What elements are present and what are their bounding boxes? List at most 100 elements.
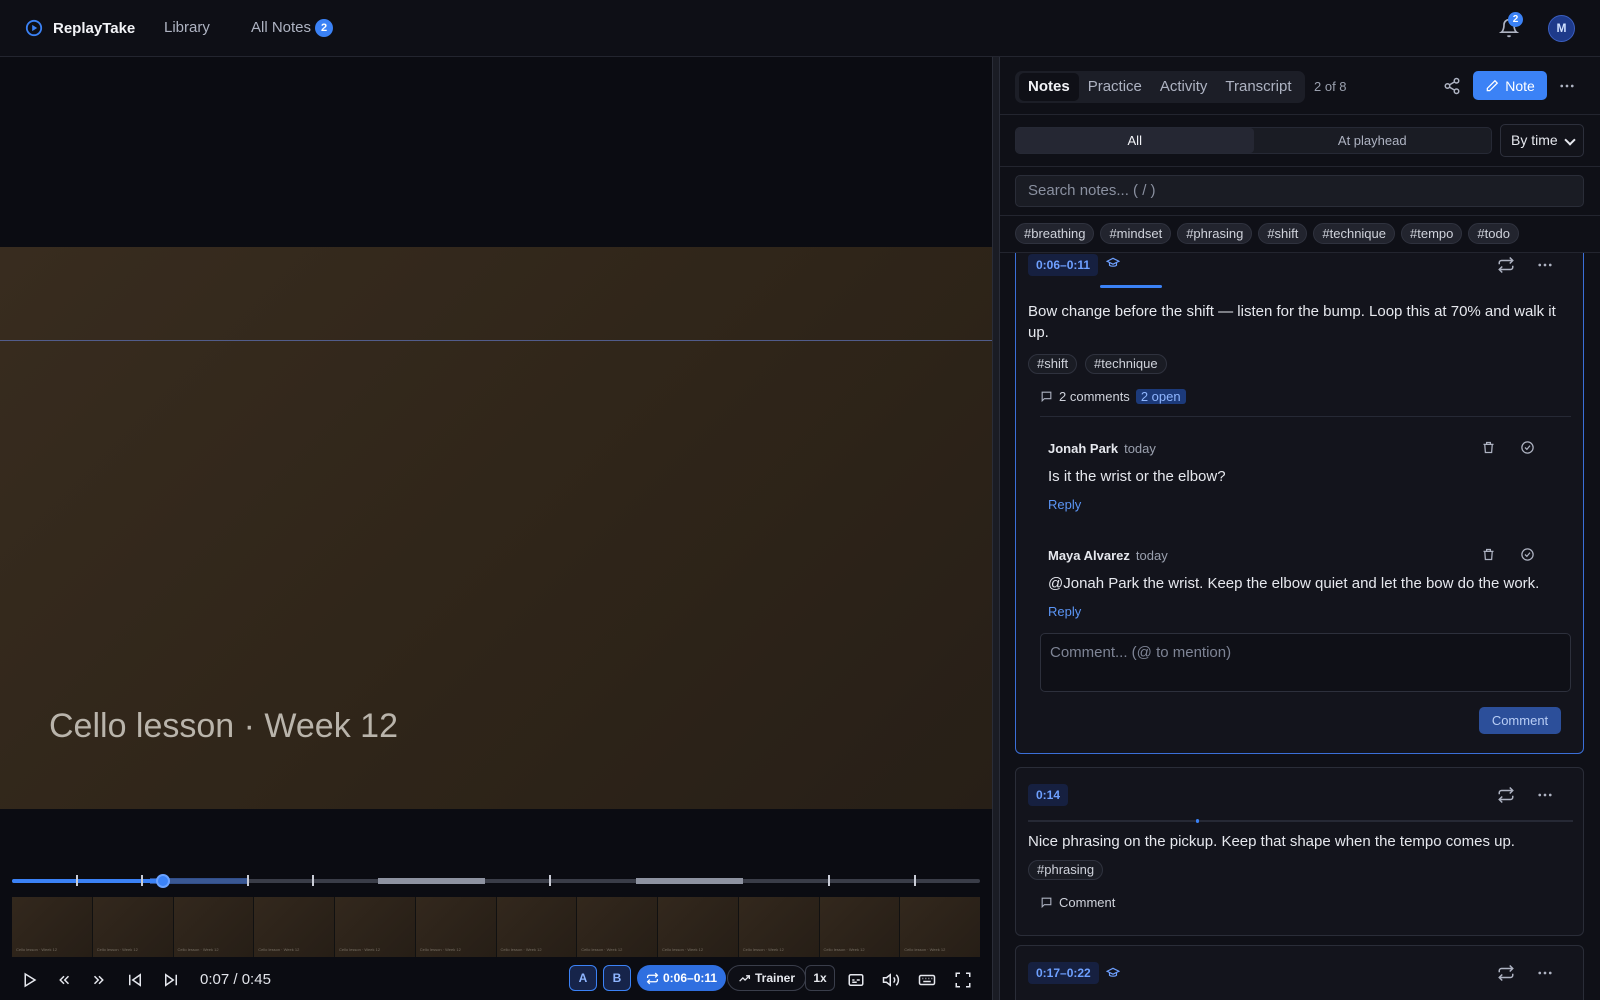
add-comment-button[interactable]: Comment <box>1040 895 1115 910</box>
nav-all-notes[interactable]: All Notes 2 <box>251 19 334 37</box>
note-tag[interactable]: #shift <box>1028 354 1078 374</box>
thumbnail-caption: Cello lesson · Week 12 <box>16 947 58 952</box>
note-card[interactable]: 0:17–0:22 <box>1015 945 1584 1000</box>
forward-button[interactable] <box>86 967 112 993</box>
avatar[interactable]: M <box>1548 15 1575 42</box>
note-marker[interactable] <box>312 875 314 886</box>
more-icon[interactable] <box>1536 786 1554 804</box>
filmstrip-thumbnail[interactable]: Cello lesson · Week 12 <box>415 897 496 957</box>
loop-b-marker[interactable] <box>247 875 249 886</box>
next-frame-button[interactable] <box>158 967 184 993</box>
more-icon[interactable] <box>1558 77 1576 95</box>
comment-icon <box>1041 897 1052 909</box>
share-icon[interactable] <box>1443 77 1461 95</box>
sort-select[interactable]: By time <box>1500 124 1584 157</box>
filmstrip-thumbnail[interactable]: Cello lesson · Week 12 <box>738 897 819 957</box>
comments-count: 2 comments <box>1059 389 1130 404</box>
tag-chip[interactable]: #tempo <box>1401 223 1463 244</box>
app-logo[interactable]: ReplayTake <box>25 19 135 37</box>
note-marker[interactable] <box>828 875 830 886</box>
set-b-button[interactable]: B <box>603 965 631 991</box>
thumbnail-caption: Cello lesson · Week 12 <box>258 947 300 952</box>
comment-submit-button[interactable]: Comment <box>1479 707 1561 734</box>
note-timestamp[interactable]: 0:14 <box>1028 784 1069 806</box>
tab-notes[interactable]: Notes <box>1019 73 1079 101</box>
filter-all[interactable]: All <box>1016 128 1254 153</box>
reply-link[interactable]: Reply <box>1048 497 1081 512</box>
filmstrip[interactable]: Cello lesson · Week 12 Cello lesson · Wee… <box>12 897 980 957</box>
rewind-button[interactable] <box>51 967 77 993</box>
add-note-button[interactable]: Note <box>1473 71 1547 100</box>
current-time: 0:07 <box>200 971 230 988</box>
tag-chip[interactable]: #todo <box>1468 223 1519 244</box>
resolve-icon[interactable] <box>1520 440 1535 455</box>
loop-icon[interactable] <box>1497 786 1515 804</box>
speed-button[interactable]: 1x <box>805 965 835 991</box>
set-a-button[interactable]: A <box>569 965 597 991</box>
note-range-marker[interactable] <box>636 878 743 884</box>
filmstrip-thumbnail[interactable]: Cello lesson · Week 12 <box>577 897 657 957</box>
video-frame[interactable]: Cello lesson · Week 12 <box>0 247 992 809</box>
tag-chip[interactable]: #phrasing <box>1177 223 1253 244</box>
tag-chip[interactable]: #technique <box>1313 223 1396 244</box>
filter-at-playhead[interactable]: At playhead <box>1254 128 1492 153</box>
fullscreen-button[interactable] <box>950 967 976 993</box>
note-text: Bow change before the shift — listen for… <box>1028 301 1556 343</box>
tab-activity[interactable]: Activity <box>1151 73 1217 101</box>
filmstrip-thumbnail[interactable]: Cello lesson · Week 12 <box>12 897 92 957</box>
nav-library[interactable]: Library <box>164 19 210 36</box>
keyboard-shortcuts-button[interactable] <box>914 967 940 993</box>
more-icon[interactable] <box>1536 256 1554 274</box>
search-input[interactable]: Search notes... ( / ) <box>1015 175 1584 207</box>
filmstrip-thumbnail[interactable]: Cello lesson · Week 12 <box>900 897 980 957</box>
thumbnail-caption: Cello lesson · Week 12 <box>177 947 219 952</box>
filmstrip-thumbnail[interactable]: Cello lesson · Week 12 <box>92 897 173 957</box>
volume-button[interactable] <box>878 967 904 993</box>
prev-frame-button[interactable] <box>122 967 148 993</box>
filmstrip-thumbnail[interactable]: Cello lesson · Week 12 <box>254 897 334 957</box>
play-button[interactable] <box>16 967 42 993</box>
note-timestamp[interactable]: 0:17–0:22 <box>1028 962 1099 984</box>
filmstrip-thumbnail[interactable]: Cello lesson · Week 12 <box>335 897 415 957</box>
filmstrip-thumbnail[interactable]: Cello lesson · Week 12 <box>496 897 577 957</box>
captions-button[interactable] <box>843 967 869 993</box>
loop-icon[interactable] <box>1497 256 1515 274</box>
play-icon <box>24 972 37 988</box>
tab-transcript[interactable]: Transcript <box>1216 73 1300 101</box>
note-marker[interactable] <box>76 875 78 886</box>
trainer-button[interactable]: Trainer <box>727 965 807 991</box>
duration: 0:45 <box>241 971 271 988</box>
filmstrip-thumbnail[interactable]: Cello lesson · Week 12 <box>819 897 900 957</box>
comments-toggle[interactable]: 2 comments 2 open <box>1040 389 1186 404</box>
note-tag[interactable]: #phrasing <box>1028 860 1104 880</box>
reply-link[interactable]: Reply <box>1048 604 1081 619</box>
loop-icon[interactable] <box>1497 964 1515 982</box>
tag-chip[interactable]: #mindset <box>1100 223 1172 244</box>
tag-chip[interactable]: #shift <box>1258 223 1308 244</box>
thumbnail-caption: Cello lesson · Week 12 <box>904 947 946 952</box>
trash-icon[interactable] <box>1481 440 1496 455</box>
note-card[interactable]: 0:14 Nice phrasing on the pickup. Keep t… <box>1015 767 1584 936</box>
note-range-marker[interactable] <box>378 878 485 884</box>
comment-text: Is it the wrist or the elbow? <box>1048 468 1226 485</box>
tag-chip[interactable]: #breathing <box>1015 223 1095 244</box>
note-card[interactable]: 0:06–0:11 Bow change before the shift — … <box>1015 253 1584 754</box>
timeline-playhead[interactable] <box>156 874 170 888</box>
panel-resize-handle[interactable] <box>992 57 1000 1000</box>
filmstrip-thumbnail[interactable]: Cello lesson · Week 12 <box>658 897 738 957</box>
note-marker[interactable] <box>914 875 916 886</box>
tab-practice[interactable]: Practice <box>1079 73 1151 101</box>
thumbnail-caption: Cello lesson · Week 12 <box>662 947 704 952</box>
note-marker[interactable] <box>141 875 143 886</box>
note-marker[interactable] <box>549 875 551 886</box>
loop-icon <box>646 972 659 984</box>
comment-input[interactable]: Comment... (@ to mention) <box>1040 633 1571 692</box>
trash-icon[interactable] <box>1481 547 1496 562</box>
filmstrip-thumbnail[interactable]: Cello lesson · Week 12 <box>173 897 254 957</box>
loop-range-button[interactable]: 0:06–0:11 <box>637 965 727 991</box>
note-tag[interactable]: #technique <box>1085 354 1167 374</box>
captions-icon <box>848 974 864 986</box>
note-timestamp[interactable]: 0:06–0:11 <box>1028 254 1099 276</box>
resolve-icon[interactable] <box>1520 547 1535 562</box>
more-icon[interactable] <box>1536 964 1554 982</box>
